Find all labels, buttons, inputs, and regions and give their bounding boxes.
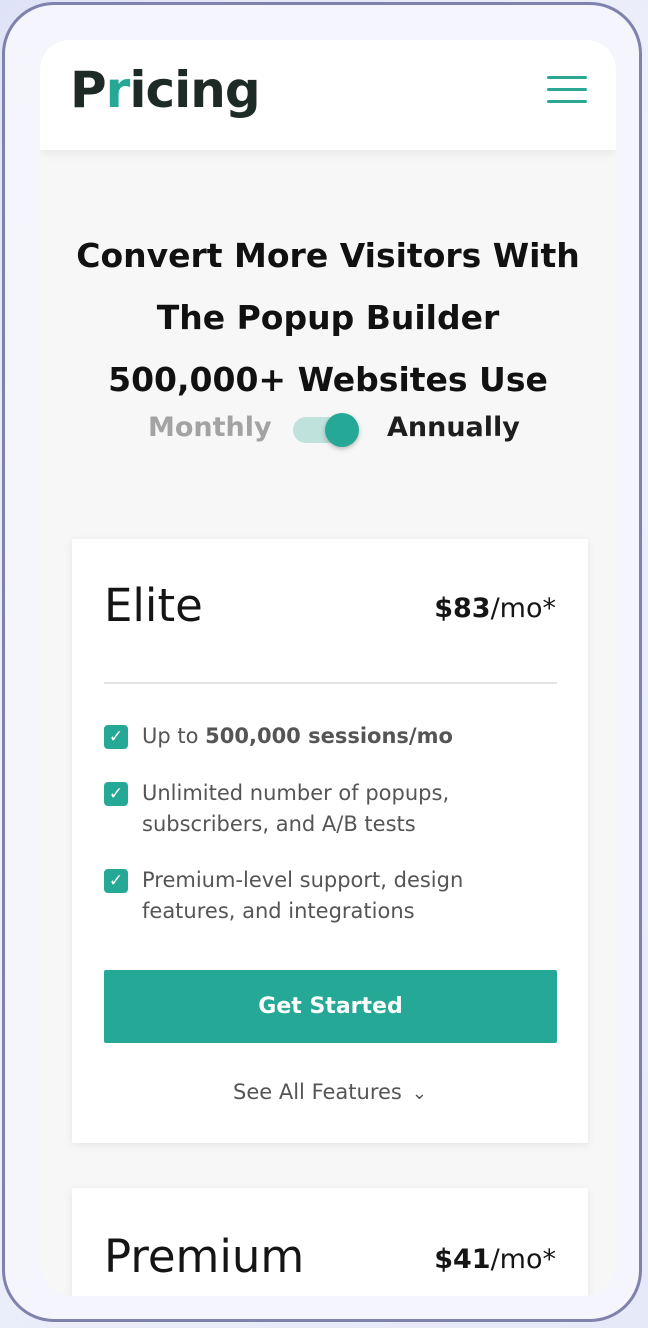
- menu-line: [547, 88, 587, 91]
- logo[interactable]: Pricing: [70, 60, 261, 120]
- feature-bold: 500,000 sessions/mo: [205, 724, 453, 748]
- menu-line: [547, 100, 587, 103]
- logo-rest: icing: [129, 61, 260, 119]
- price-amount: $83: [434, 593, 491, 624]
- feature-item: ✓ Premium-level support, design features…: [104, 865, 557, 927]
- feature-text: Up to 500,000 sessions/mo: [142, 721, 557, 752]
- checkbox-checked-icon: ✓: [104, 725, 128, 749]
- toggle-knob: [325, 413, 359, 447]
- see-all-label: See All Features: [233, 1080, 402, 1104]
- price-period: /mo*: [490, 593, 556, 624]
- feature-text: Premium-level support, design features, …: [142, 868, 464, 923]
- divider: [104, 682, 557, 684]
- logo-accent-letter: r: [105, 61, 131, 119]
- billing-toggle-row: Monthly Annually: [40, 410, 616, 450]
- annually-label[interactable]: Annually: [387, 412, 520, 443]
- top-header: Pricing: [40, 40, 616, 150]
- hero-line-3: 500,000+ Websites Use: [108, 360, 548, 399]
- feature-text: Unlimited number of popups, subscribers,…: [142, 781, 450, 836]
- billing-toggle-switch[interactable]: [293, 413, 359, 447]
- see-all-features-link[interactable]: See All Features ⌄: [72, 1080, 588, 1104]
- checkbox-checked-icon: ✓: [104, 782, 128, 806]
- plan-card-premium: Premium $41/mo*: [72, 1188, 588, 1296]
- menu-line: [547, 76, 587, 79]
- hero-headline: Convert More Visitors With The Popup Bui…: [60, 225, 596, 411]
- feature-item: ✓ Up to 500,000 sessions/mo: [104, 721, 557, 752]
- monthly-label[interactable]: Monthly: [148, 412, 272, 443]
- plan-name: Elite: [104, 579, 203, 632]
- hero-line-2: The Popup Builder: [156, 298, 500, 337]
- checkbox-checked-icon: ✓: [104, 869, 128, 893]
- plan-card-elite: Elite $83/mo* ✓ Up to 500,000 sessions/m…: [72, 539, 588, 1143]
- device-frame: Pricing Convert More Visitors With The P…: [2, 2, 642, 1322]
- hero-line-1: Convert More Visitors With: [76, 236, 580, 275]
- price-amount: $41: [434, 1244, 491, 1275]
- plan-price: $83/mo*: [434, 593, 556, 624]
- hamburger-icon[interactable]: [547, 76, 587, 106]
- plan-name: Premium: [104, 1230, 305, 1283]
- get-started-button[interactable]: Get Started: [104, 970, 557, 1043]
- feature-prefix: Up to: [142, 724, 206, 748]
- chevron-down-icon: ⌄: [411, 1083, 427, 1104]
- plan-price: $41/mo*: [434, 1244, 556, 1275]
- price-period: /mo*: [490, 1244, 556, 1275]
- feature-item: ✓ Unlimited number of popups, subscriber…: [104, 778, 557, 840]
- logo-letter-p: P: [70, 61, 107, 119]
- screen: Pricing Convert More Visitors With The P…: [40, 40, 616, 1296]
